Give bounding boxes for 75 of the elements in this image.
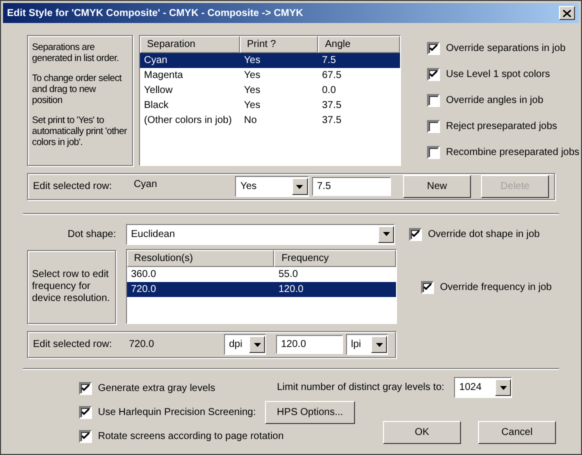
checkbox-label: Use Level 1 spot colors xyxy=(446,68,550,82)
dot-shape-label: Dot shape: xyxy=(66,228,117,242)
column-header[interactable]: Frequency xyxy=(274,250,396,267)
dropdown[interactable]: Euclidean xyxy=(126,224,395,244)
close-button[interactable] xyxy=(559,6,575,20)
list-row[interactable]: 720.0 120.0 xyxy=(127,282,396,297)
list-cell-text: (Other colors in job) xyxy=(143,114,233,128)
dropdown[interactable]: Yes xyxy=(235,176,309,197)
list-cell-text: 7.5 xyxy=(321,54,337,68)
column-header[interactable]: Separation xyxy=(140,36,240,53)
list-cell-text: 720.0 xyxy=(130,283,158,297)
close-icon xyxy=(563,10,571,16)
checkbox[interactable] xyxy=(79,430,92,443)
resolution-value: 720.0 xyxy=(129,338,156,352)
checkbox-label: Override dot shape in job xyxy=(428,228,540,242)
list-cell-text: Magenta xyxy=(143,69,184,83)
button[interactable]: New xyxy=(402,175,471,198)
column-header[interactable]: Resolution(s) xyxy=(127,250,274,267)
list-row[interactable]: Magenta Yes 67.5 xyxy=(140,68,400,83)
frequency-field[interactable]: 120.0 xyxy=(276,335,343,354)
checkbox[interactable] xyxy=(79,406,92,419)
edit-label: Edit selected row: xyxy=(33,338,113,352)
angle-field[interactable]: 7.5 xyxy=(312,177,391,196)
list-cell-text: Yellow xyxy=(143,84,174,98)
list-cell-text: 37.5 xyxy=(321,114,342,128)
checkbox[interactable] xyxy=(427,120,440,133)
checkbox-label: Reject preseparated jobs xyxy=(446,120,558,134)
dropdown[interactable]: 1024 xyxy=(454,377,512,398)
checkbox[interactable] xyxy=(79,382,92,395)
column-header[interactable]: Print ? xyxy=(240,36,318,53)
edit-label: Edit selected row: xyxy=(33,180,113,194)
button[interactable]: HPS Options... xyxy=(265,401,355,424)
level-limit-label: Limit number of distinct gray levels to: xyxy=(277,381,444,395)
column-header[interactable]: Angle xyxy=(318,36,400,53)
window-title: Edit Style for 'CMYK Composite' - CMYK - Composite -> CMYK xyxy=(7,6,304,20)
checkbox-label: Override separations in job xyxy=(446,42,566,56)
dropdown[interactable]: lpi xyxy=(346,334,388,355)
checkbox[interactable] xyxy=(427,42,440,55)
list-row[interactable]: 360.0 55.0 xyxy=(127,267,396,282)
list-cell-text: 0.0 xyxy=(321,84,337,98)
list-cell-text: No xyxy=(243,114,258,128)
list-cell-text: Yes xyxy=(243,99,262,113)
info-text: Select row to edit frequency for device resolution. xyxy=(32,269,111,305)
list-cell-text: 120.0 xyxy=(277,283,304,297)
list-row[interactable]: (Other colors in job) No 37.5 xyxy=(140,113,400,128)
checkbox[interactable] xyxy=(421,281,434,294)
list-cell-text: Yes xyxy=(243,69,262,83)
list-cell-text: 67.5 xyxy=(321,69,342,83)
checkbox-label: Use Harlequin Precision Screening: xyxy=(98,406,256,420)
button[interactable]: Cancel xyxy=(478,421,556,444)
checkbox[interactable] xyxy=(427,68,440,81)
checkbox-label: Override frequency in job xyxy=(440,281,552,295)
list-row[interactable]: Black Yes 37.5 xyxy=(140,98,400,113)
list-row[interactable]: Cyan Yes 7.5 xyxy=(140,53,400,68)
info-text: Separations are generated in list order. xyxy=(32,42,120,64)
list-cell-text: Yes xyxy=(243,84,262,98)
dropdown[interactable]: dpi xyxy=(224,334,266,355)
list-cell-text: Black xyxy=(143,99,170,113)
list-cell-text: Yes xyxy=(243,54,262,68)
list-cell-text: 360.0 xyxy=(130,268,158,282)
list-cell-text: 55.0 xyxy=(277,268,299,282)
checkbox[interactable] xyxy=(427,94,440,107)
info-text: To change order select and drag to new position xyxy=(32,73,123,106)
button[interactable]: OK xyxy=(383,421,461,444)
list-cell-text: 37.5 xyxy=(321,99,342,113)
checkbox[interactable] xyxy=(409,228,422,240)
checkbox-label: Override angles in job xyxy=(446,94,544,108)
checkbox-label: Recombine preseparated jobs xyxy=(446,146,580,160)
info-text: Set print to 'Yes' to automatically print 'other colors in job'. xyxy=(32,115,128,148)
separation-name: Cyan xyxy=(134,178,158,192)
checkbox-label: Rotate screens according to page rotation xyxy=(98,430,284,444)
checkbox-label: Generate extra gray levels xyxy=(98,382,216,396)
checkbox[interactable] xyxy=(427,146,440,159)
list-row[interactable]: Yellow Yes 0.0 xyxy=(140,83,400,98)
list-cell-text: Cyan xyxy=(143,54,168,68)
